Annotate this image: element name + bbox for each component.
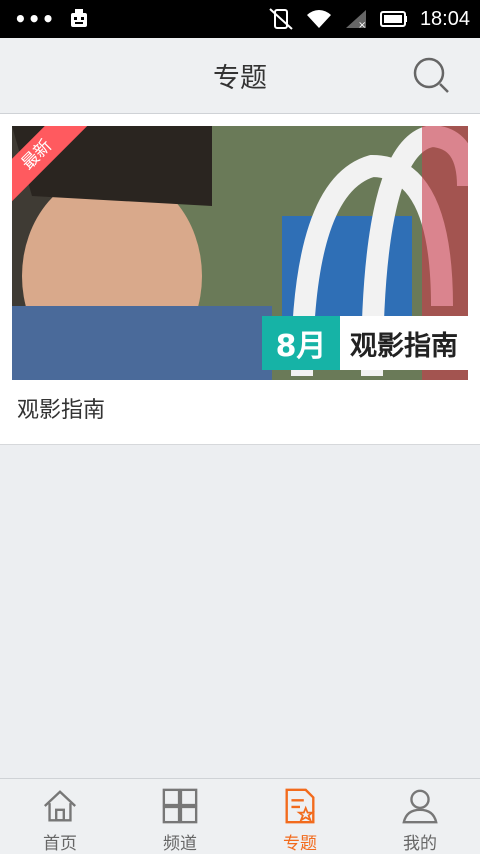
- battery-icon: [379, 11, 407, 27]
- home-icon: [43, 790, 77, 822]
- bottom-tab-bar: 首页 频道 专题 我的: [0, 778, 480, 854]
- tab-home[interactable]: 首页: [0, 779, 120, 854]
- page-title: 专题: [213, 63, 267, 94]
- status-left: •••: [14, 7, 91, 31]
- svg-text:×: ×: [358, 20, 366, 30]
- tab-channel[interactable]: 频道: [120, 779, 240, 854]
- signal-icon: ×: [345, 10, 366, 30]
- vibrate-off-icon: [269, 8, 293, 30]
- topic-title[interactable]: 观影指南: [17, 392, 105, 424]
- more-dots-icon: •••: [14, 7, 56, 31]
- topic-card[interactable]: 最新 8月 观影指南 观影指南: [0, 114, 480, 445]
- topic-icon: [285, 788, 315, 824]
- status-right: × 18:04: [268, 7, 470, 31]
- status-time: 18:04: [419, 7, 470, 30]
- tab-profile-label: 我的: [403, 834, 437, 854]
- tab-topic-label: 专题: [283, 834, 317, 854]
- tab-profile[interactable]: 我的: [360, 779, 480, 854]
- android-debug-icon: [71, 9, 88, 27]
- search-button[interactable]: [412, 56, 452, 96]
- grid-icon: [162, 788, 198, 824]
- promo-text: 观影指南: [340, 316, 468, 370]
- tab-home-label: 首页: [43, 834, 77, 854]
- search-icon: [413, 57, 449, 93]
- status-bar: ••• × 18:04: [0, 0, 480, 38]
- tab-topic[interactable]: 专题: [240, 779, 360, 854]
- wifi-icon: [306, 10, 331, 28]
- promo-month: 8月: [262, 316, 340, 370]
- topic-banner-image[interactable]: 最新 8月 观影指南: [12, 126, 468, 380]
- tab-channel-label: 频道: [163, 834, 197, 854]
- header: 专题: [0, 38, 480, 114]
- promo-label: 8月 观影指南: [262, 316, 468, 370]
- profile-icon: [402, 789, 438, 824]
